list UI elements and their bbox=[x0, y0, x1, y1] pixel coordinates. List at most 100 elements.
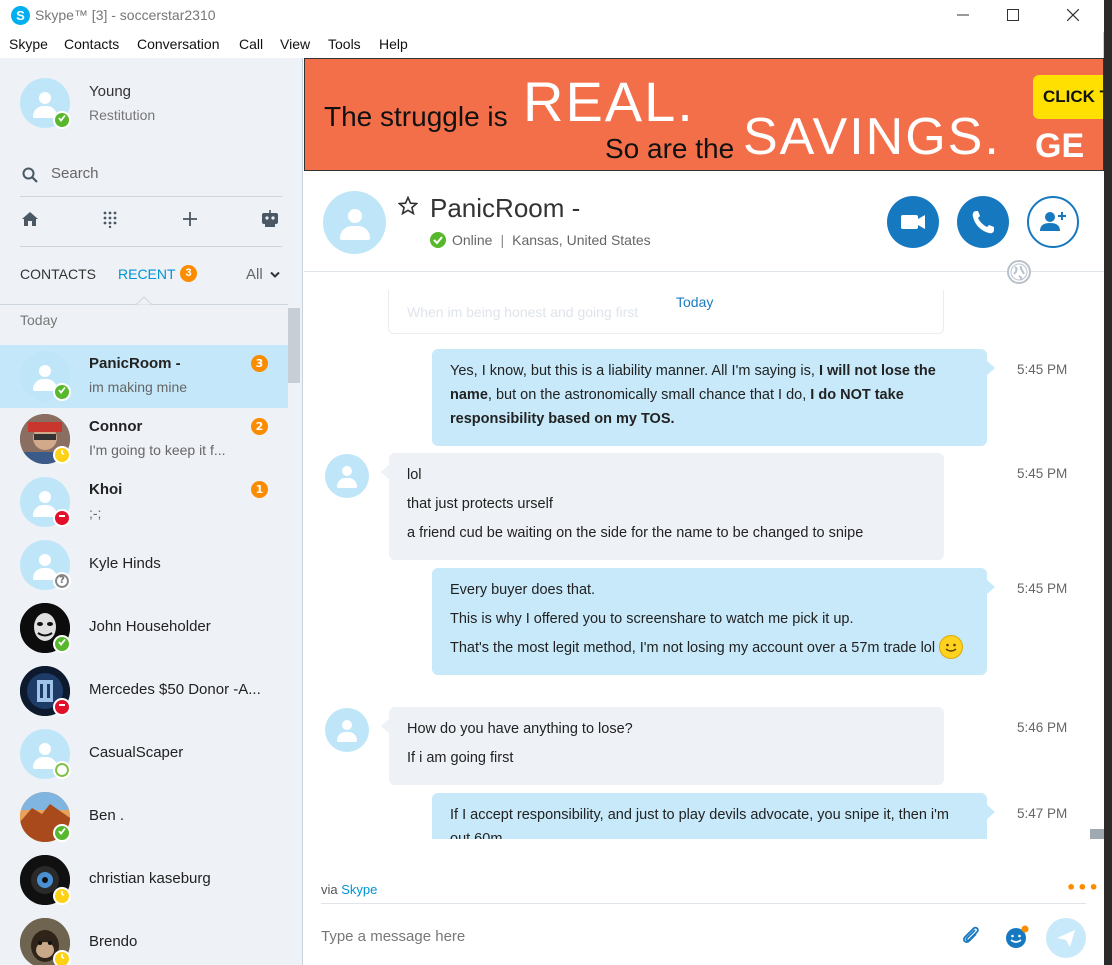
emoticon-picker-button[interactable] bbox=[1004, 924, 1030, 950]
status-dnd-icon bbox=[53, 698, 71, 716]
presence-status: Online bbox=[452, 232, 493, 248]
contact-row-christian-kaseburg[interactable]: christian kaseburg bbox=[0, 849, 288, 912]
ad-banner[interactable]: The struggle is REAL. So are the SAVINGS… bbox=[304, 58, 1104, 171]
send-message-button[interactable] bbox=[1046, 918, 1086, 958]
more-options-icon[interactable]: ••• bbox=[1066, 878, 1100, 897]
search-box[interactable]: Search bbox=[20, 163, 282, 187]
outgoing-message-bubble[interactable]: Yes, I know, but this is a liability man… bbox=[432, 349, 995, 446]
status-unknown-icon: ? bbox=[53, 572, 71, 590]
home-icon[interactable] bbox=[18, 210, 42, 234]
unread-badge: 3 bbox=[251, 355, 268, 372]
desktop-background-edge bbox=[1104, 0, 1112, 965]
minimize-button[interactable] bbox=[940, 0, 986, 32]
my-status-online-icon[interactable] bbox=[53, 111, 71, 129]
favorite-star-icon[interactable] bbox=[397, 195, 419, 222]
maximize-button[interactable] bbox=[990, 0, 1036, 32]
filter-value: All bbox=[246, 266, 263, 283]
contact-name: John Householder bbox=[89, 618, 211, 635]
incoming-message-bubble[interactable]: lol that just protects urself a friend c… bbox=[381, 453, 944, 560]
contact-row-khoi[interactable]: Khoi ;-; 1 bbox=[0, 471, 288, 534]
status-away-icon bbox=[53, 446, 71, 464]
menu-contacts[interactable]: Contacts bbox=[64, 36, 119, 52]
contact-row-mercedes[interactable]: Mercedes $50 Donor -A... bbox=[0, 660, 288, 723]
chevron-down-icon bbox=[270, 271, 280, 278]
contact-row-connor[interactable]: Connor I'm going to keep it f... 2 bbox=[0, 408, 288, 471]
contact-mood: ;-; bbox=[89, 505, 102, 521]
contact-row-kyle-hinds[interactable]: ? Kyle Hinds bbox=[0, 534, 288, 597]
incoming-message-bubble[interactable]: How do you have anything to lose? If i a… bbox=[381, 707, 944, 785]
message-scrollbar-thumb[interactable] bbox=[1090, 829, 1104, 839]
contact-row-panicroom[interactable]: PanicRoom - im making mine 3 bbox=[0, 345, 288, 408]
contact-name: christian kaseburg bbox=[89, 870, 211, 887]
message-text: Every buyer does that. bbox=[450, 582, 596, 598]
message-timestamp: 5:45 PM bbox=[1017, 581, 1068, 596]
contact-row-casualscaper[interactable]: CasualScaper bbox=[0, 723, 288, 786]
my-display-name[interactable]: Young bbox=[89, 83, 131, 100]
ad-text-line1: The struggle is bbox=[324, 101, 508, 132]
message-text-segment: Yes, I know, but this is a liability man… bbox=[450, 363, 819, 379]
menu-skype[interactable]: Skype bbox=[9, 36, 48, 52]
sender-avatar[interactable] bbox=[325, 708, 369, 752]
tab-contacts[interactable]: CONTACTS bbox=[20, 266, 96, 282]
outgoing-message-bubble[interactable]: If I accept responsibility, and just to … bbox=[432, 793, 995, 839]
video-call-button[interactable] bbox=[887, 196, 939, 248]
smiley-emoticon-icon bbox=[939, 635, 964, 660]
contact-name: Mercedes $50 Donor -A... bbox=[89, 681, 261, 698]
status-offline-icon bbox=[53, 761, 71, 779]
dialpad-icon[interactable] bbox=[98, 210, 122, 234]
add-plus-icon[interactable] bbox=[178, 210, 202, 234]
ad-cta-button[interactable]: CLICK T bbox=[1033, 75, 1103, 119]
composer-divider bbox=[321, 903, 1086, 904]
tab-recent[interactable]: RECENT bbox=[118, 266, 176, 282]
menu-call[interactable]: Call bbox=[239, 36, 263, 52]
presence-location: Kansas, United States bbox=[512, 232, 651, 248]
globe-icon[interactable] bbox=[1007, 260, 1031, 284]
contact-name: Ben . bbox=[89, 807, 125, 824]
menu-tools[interactable]: Tools bbox=[328, 36, 361, 52]
close-button[interactable] bbox=[1050, 0, 1096, 32]
message-timestamp: 5:45 PM bbox=[1017, 466, 1068, 481]
online-check-icon bbox=[430, 232, 446, 248]
message-text: a friend cud be waiting on the side for … bbox=[407, 525, 864, 541]
close-icon bbox=[1066, 8, 1080, 22]
sidebar-scrollbar[interactable] bbox=[288, 308, 300, 383]
ad-text-savings: SAVINGS. bbox=[743, 108, 1001, 166]
add-participant-button[interactable] bbox=[1027, 196, 1079, 248]
bots-icon[interactable] bbox=[258, 210, 282, 234]
conversation-presence: Online | Kansas, United States bbox=[430, 232, 651, 248]
contact-name: CasualScaper bbox=[89, 744, 184, 761]
status-online-icon bbox=[53, 383, 71, 401]
contact-mood: I'm going to keep it f... bbox=[89, 442, 226, 458]
menu-help[interactable]: Help bbox=[379, 36, 408, 52]
video-camera-icon bbox=[901, 215, 925, 229]
via-skype-link[interactable]: Skype bbox=[341, 882, 377, 897]
contact-name: Brendo bbox=[89, 933, 138, 950]
audio-call-button[interactable] bbox=[957, 196, 1009, 248]
message-text: This is why I offered you to screenshare… bbox=[450, 611, 854, 627]
faded-message-preview: When im being honest and going first bbox=[388, 290, 944, 334]
message-text: lol bbox=[407, 467, 422, 483]
conversation-pane: The struggle is REAL. So are the SAVINGS… bbox=[304, 58, 1104, 965]
my-mood-message[interactable]: Restitution bbox=[89, 107, 155, 123]
contact-row-ben[interactable]: Ben . bbox=[0, 786, 288, 849]
message-text: How do you have anything to lose? bbox=[407, 721, 633, 737]
sender-avatar[interactable] bbox=[325, 454, 369, 498]
via-prefix: via bbox=[321, 882, 338, 897]
menu-conversation[interactable]: Conversation bbox=[137, 36, 220, 52]
conversation-header: PanicRoom - Online | Kansas, United States bbox=[304, 172, 1104, 272]
contact-name: Connor bbox=[89, 418, 143, 435]
message-input[interactable] bbox=[321, 924, 941, 948]
outgoing-message-bubble[interactable]: Every buyer does that. This is why I off… bbox=[432, 568, 995, 676]
contact-row-john-householder[interactable]: John Householder bbox=[0, 597, 288, 660]
menu-view[interactable]: View bbox=[280, 36, 310, 52]
contact-name: Kyle Hinds bbox=[89, 555, 161, 572]
conversation-avatar[interactable] bbox=[323, 191, 386, 254]
skype-logo-icon: S bbox=[11, 6, 30, 25]
attach-file-button[interactable] bbox=[959, 924, 983, 948]
contact-row-brendo[interactable]: Brendo bbox=[0, 912, 288, 965]
message-timestamp: 5:45 PM bbox=[1017, 362, 1068, 377]
ad-text-real: REAL. bbox=[523, 70, 695, 133]
message-text: that just protects urself bbox=[407, 496, 553, 512]
conversation-title[interactable]: PanicRoom - bbox=[430, 193, 580, 224]
filter-dropdown[interactable]: All bbox=[246, 266, 280, 283]
